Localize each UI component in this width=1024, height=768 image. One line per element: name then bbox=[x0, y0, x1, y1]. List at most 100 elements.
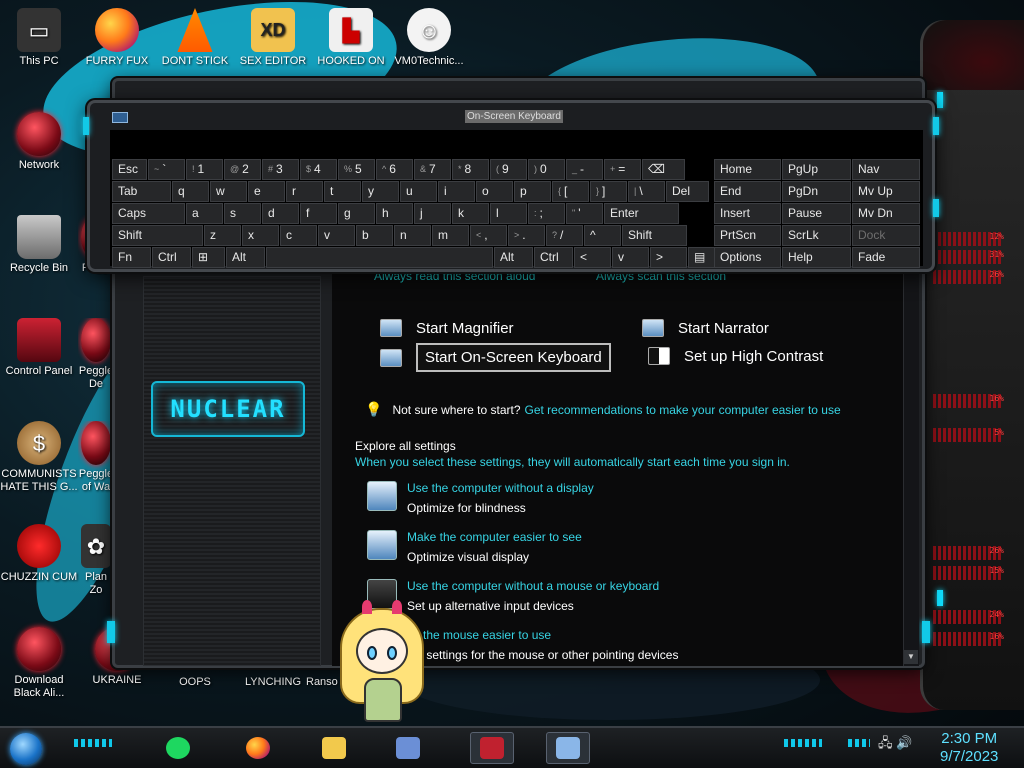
osk-key[interactable]: g bbox=[338, 203, 375, 224]
osk-key[interactable]: > bbox=[650, 247, 687, 268]
osk-key[interactable]: Shift bbox=[622, 225, 687, 246]
osk-key[interactable]: i bbox=[438, 181, 475, 202]
osk-key[interactable]: " ' bbox=[566, 203, 603, 224]
osk-key[interactable]: s bbox=[224, 203, 261, 224]
osk-key[interactable]: (9 bbox=[490, 159, 527, 180]
osk-key[interactable]: ^ 6 bbox=[376, 159, 413, 180]
osk-nav-key[interactable]: Mv Up bbox=[852, 181, 920, 202]
osk-key[interactable]: r bbox=[286, 181, 323, 202]
osk-nav-key[interactable]: Options bbox=[714, 247, 781, 268]
osk-key[interactable]: #3 bbox=[262, 159, 299, 180]
setting-link[interactable]: Use the computer without a mouse or keyb… bbox=[407, 579, 659, 593]
osk-key[interactable]: $4 bbox=[300, 159, 337, 180]
osk-nav-key[interactable]: PrtScn bbox=[714, 225, 781, 246]
osk-key[interactable]: Alt bbox=[494, 247, 533, 268]
osk-nav-key[interactable]: PgUp bbox=[782, 159, 851, 180]
osk-key[interactable]: ^ bbox=[584, 225, 621, 246]
setting-easier-to-see[interactable]: Make the computer easier to see Optimize… bbox=[367, 530, 582, 564]
desktop-icon-oops[interactable]: OOPS bbox=[156, 676, 234, 689]
desktop-icon-dont-stick[interactable]: DONT STICK bbox=[156, 8, 234, 68]
osk-key[interactable]: c bbox=[280, 225, 317, 246]
osk-key[interactable]: h bbox=[376, 203, 413, 224]
osk-key[interactable]: x bbox=[242, 225, 279, 246]
osk-key[interactable]: ) 0 bbox=[528, 159, 565, 180]
osk-nav-key[interactable]: ScrLk bbox=[782, 225, 851, 246]
taskbar-app-control-panel[interactable] bbox=[386, 732, 430, 764]
osk-nav-key[interactable]: End bbox=[714, 181, 781, 202]
osk-key[interactable]: Del bbox=[666, 181, 709, 202]
osk-key[interactable]: Tab bbox=[112, 181, 171, 202]
on-screen-keyboard-window[interactable]: On-Screen Keyboard Esc ~ `! 1 @2 #3 $4% 5 ^ 6 & 7 * 8… bbox=[83, 100, 939, 272]
osk-nav-key[interactable]: Mv Dn bbox=[852, 203, 920, 224]
osk-key[interactable]: Alt bbox=[226, 247, 265, 268]
osk-key[interactable]: t bbox=[324, 181, 361, 202]
osk-key[interactable]: {[ bbox=[552, 181, 589, 202]
setting-mouse-easier[interactable]: ke the mouse easier to use ust settings … bbox=[407, 628, 678, 662]
osk-key[interactable]: w bbox=[210, 181, 247, 202]
taskbar-app-file-explorer[interactable] bbox=[312, 732, 356, 764]
desktop-icon-sex-editor[interactable]: XD SEX EDITOR bbox=[234, 8, 312, 68]
osk-key[interactable]: j bbox=[414, 203, 451, 224]
osk-key[interactable]: Shift bbox=[112, 225, 203, 246]
osk-key[interactable]: ? / bbox=[546, 225, 583, 246]
osk-key[interactable]: @2 bbox=[224, 159, 261, 180]
clock[interactable]: 2:30 PM 9/7/2023 bbox=[940, 730, 998, 766]
osk-key[interactable]: ⊞ bbox=[192, 247, 225, 268]
taskbar-app-firefox[interactable] bbox=[236, 732, 280, 764]
osk-key[interactable]: & 7 bbox=[414, 159, 451, 180]
osk-key[interactable]: q bbox=[172, 181, 209, 202]
osk-key[interactable]: Ctrl bbox=[534, 247, 573, 268]
osk-key[interactable]: k bbox=[452, 203, 489, 224]
osk-key[interactable]: % 5 bbox=[338, 159, 375, 180]
scroll-down-arrow[interactable]: ▼ bbox=[904, 650, 918, 664]
osk-key[interactable]: <, bbox=[470, 225, 507, 246]
osk-key[interactable]: f bbox=[300, 203, 337, 224]
osk-key[interactable]: Esc bbox=[112, 159, 147, 180]
desktop-icon-chuzzin[interactable]: CHUZZIN CUM bbox=[0, 524, 78, 584]
start-button[interactable] bbox=[10, 733, 42, 765]
osk-nav-key[interactable]: PgDn bbox=[782, 181, 851, 202]
osk-nav-key[interactable]: Insert bbox=[714, 203, 781, 224]
setting-link[interactable]: Make the computer easier to see bbox=[407, 530, 582, 544]
osk-key[interactable]: v bbox=[318, 225, 355, 246]
desktop-icon-hooked-on[interactable]: ▙ HOOKED ON bbox=[312, 8, 390, 68]
osk-key[interactable]: | \ bbox=[628, 181, 665, 202]
osk-key[interactable]: }] bbox=[590, 181, 627, 202]
osk-key[interactable]: v bbox=[612, 247, 649, 268]
osk-nav-key[interactable]: Pause bbox=[782, 203, 851, 224]
setting-without-display[interactable]: Use the computer without a display Optim… bbox=[367, 481, 594, 515]
taskbar-app-spotify[interactable] bbox=[156, 732, 200, 764]
osk-key[interactable]: Caps bbox=[112, 203, 185, 224]
osk-key[interactable]: m bbox=[432, 225, 469, 246]
start-osk-link[interactable]: Start On-Screen Keyboard bbox=[380, 343, 611, 372]
desktop-icon-network[interactable]: Network bbox=[0, 112, 78, 172]
osk-nav-key[interactable]: Dock bbox=[852, 225, 920, 246]
osk-key[interactable]: >. bbox=[508, 225, 545, 246]
osk-key[interactable]: b bbox=[356, 225, 393, 246]
setting-link[interactable]: Use the computer without a display bbox=[407, 481, 594, 495]
osk-key[interactable]: Enter bbox=[604, 203, 679, 224]
osk-key[interactable]: l bbox=[490, 203, 527, 224]
desktop-icon-this-pc[interactable]: ▭ This PC bbox=[0, 8, 78, 68]
volume-icon[interactable]: 🔊 bbox=[896, 735, 912, 750]
desktop-icon-peggle-de[interactable]: Peggle De bbox=[78, 318, 114, 391]
osk-key[interactable]: ! 1 bbox=[186, 159, 223, 180]
desktop-icon-lynching[interactable]: LYNCHING bbox=[234, 676, 312, 689]
osk-key[interactable]: n bbox=[394, 225, 431, 246]
osk-key[interactable]: * 8 bbox=[452, 159, 489, 180]
osk-key[interactable]: < bbox=[574, 247, 611, 268]
osk-nav-key[interactable]: Fade bbox=[852, 247, 920, 268]
start-magnifier-link[interactable]: Start Magnifier bbox=[380, 319, 514, 337]
osk-nav-key[interactable]: Nav bbox=[852, 159, 920, 180]
network-icon[interactable]: 🖧 bbox=[878, 735, 893, 750]
osk-key[interactable]: Ctrl bbox=[152, 247, 191, 268]
osk-key[interactable]: ⌫ bbox=[642, 159, 685, 180]
osk-key[interactable]: z bbox=[204, 225, 241, 246]
osk-key[interactable]: _ - bbox=[566, 159, 603, 180]
high-contrast-link[interactable]: Set up High Contrast bbox=[648, 347, 823, 365]
desktop-icon-furry-fux[interactable]: FURRY FUX bbox=[78, 8, 156, 68]
osk-key[interactable]: a bbox=[186, 203, 223, 224]
osk-key[interactable]: y bbox=[362, 181, 399, 202]
osk-key[interactable]: p bbox=[514, 181, 551, 202]
osk-nav-key[interactable]: Help bbox=[782, 247, 851, 268]
